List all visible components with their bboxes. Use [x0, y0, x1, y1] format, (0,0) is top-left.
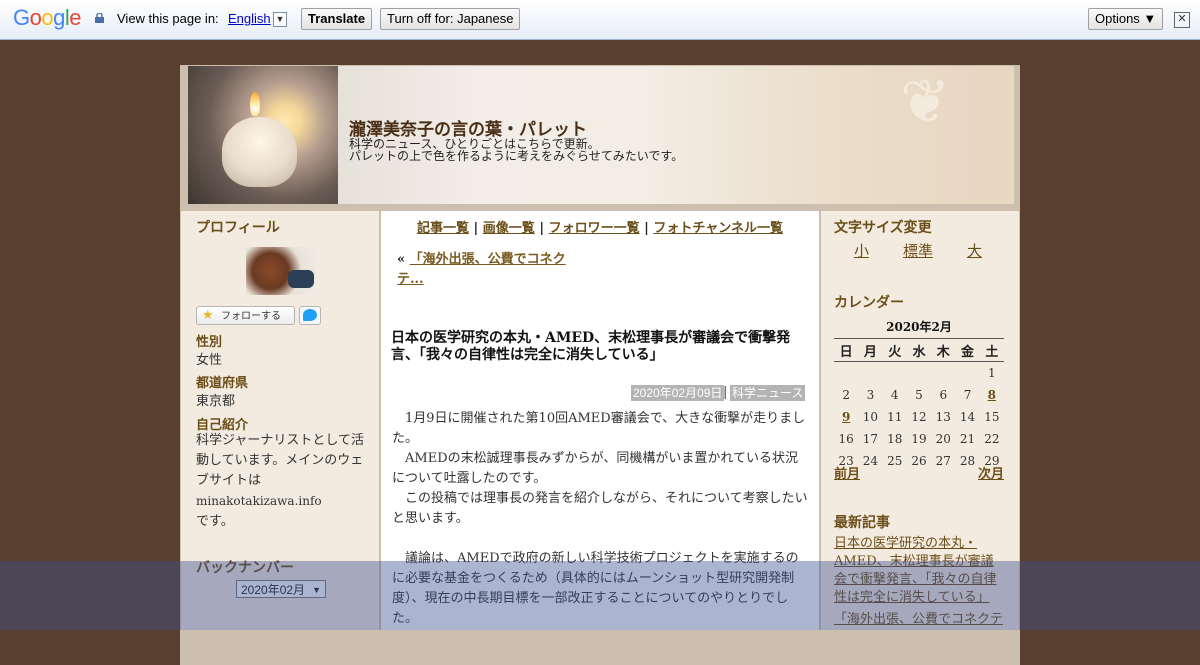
calendar-day: 5 — [915, 388, 923, 402]
calendar-day: 4 — [890, 388, 899, 402]
weekday: 火 — [882, 338, 907, 362]
calendar-day: 28 — [959, 454, 976, 468]
candle-cup — [222, 117, 297, 187]
calendar-day — [858, 362, 882, 385]
article-paragraph — [392, 529, 808, 549]
calendar-day — [883, 362, 907, 385]
site-description: 科学のニュース、ひとりごとはこちらで更新。 パレットの上で色を作るように考えをみ… — [349, 138, 683, 162]
font-size-heading: 文字サイズ変更 — [834, 220, 932, 236]
calendar-day: 3 — [866, 388, 875, 402]
calendar-day: 25 — [887, 454, 903, 468]
weekday: 金 — [955, 338, 980, 362]
language-dropdown-icon[interactable]: ▼ — [273, 12, 287, 27]
article-title: 日本の医学研究の本丸・AMED、末松理事長が審議会で衝撃発言、「我々の自律性は完… — [391, 330, 791, 363]
calendar-day: 16 — [838, 432, 854, 446]
calendar-day: 27 — [935, 454, 951, 468]
weekday: 土 — [979, 338, 1004, 362]
google-logo: Google — [13, 5, 82, 31]
options-button[interactable]: Options ▼ — [1088, 8, 1164, 30]
intro-url: minakotakizawa.info — [196, 494, 322, 508]
nav-articles[interactable]: 記事一覧 — [417, 221, 469, 236]
nav-images[interactable]: 画像一覧 — [483, 221, 535, 236]
calendar-day: 19 — [911, 432, 927, 446]
separator: | — [723, 385, 728, 400]
calendar-day: 6 — [939, 388, 948, 402]
article-paragraph: この投稿では理事長の発言を紹介しながら、それについて考察したいと思います。 — [392, 491, 808, 526]
calendar-day: 21 — [959, 432, 976, 446]
logo-letter: o — [41, 5, 54, 30]
calendar-day: 7 — [963, 388, 972, 402]
goldfish-icon: ❦ — [900, 67, 951, 137]
logo-letter: G — [13, 5, 30, 30]
logo-letter: o — [29, 5, 42, 30]
calendar-day: 11 — [887, 410, 903, 424]
calendar-day: 1 — [988, 366, 996, 380]
calendar-day: 18 — [887, 432, 903, 446]
lock-icon — [95, 13, 104, 23]
previous-article-link[interactable]: 「海外出張、公費でコネクテ... — [397, 252, 566, 287]
article-paragraph: 1月9日に開催された第10回AMED審議会で、大きな衝撃が走りました。 — [392, 411, 806, 446]
calendar-day — [907, 362, 931, 385]
calendar-day: 2 — [842, 388, 850, 402]
prev-month-link[interactable]: 前月 — [834, 463, 860, 482]
weekday: 日 — [834, 338, 859, 362]
calendar: 日 月 火 水 木 金 土 1 2 3 4 5 6 78 9 10 11 12 13 14 15 16… — [834, 338, 1004, 472]
star-icon: ★ — [202, 308, 214, 323]
calendar-day: 17 — [862, 432, 879, 446]
calendar-day-link[interactable]: 8 — [980, 384, 1004, 406]
intro-text: 科学ジャーナリストとして活動しています。メインのウェブサイトは minakota… — [196, 431, 368, 532]
calendar-day-link[interactable]: 9 — [834, 406, 858, 428]
font-size-large[interactable]: 大 — [967, 240, 982, 261]
calendar-day — [834, 362, 858, 385]
article-nav: 記事一覧 | 画像一覧 | フォロワー一覧 | フォトチャンネル一覧 — [416, 221, 783, 236]
flame-icon — [250, 92, 260, 116]
calendar-day: 24 — [862, 454, 879, 468]
twitter-icon — [303, 309, 317, 321]
prefecture-value: 東京都 — [196, 394, 236, 409]
translate-bar: Google View this page in: English ▼ Tran… — [0, 0, 1200, 40]
calendar-heading: カレンダー — [834, 295, 904, 311]
language-link[interactable]: English — [228, 11, 271, 26]
logo-letter: e — [69, 5, 82, 30]
turn-off-button[interactable]: Turn off for: Japanese — [380, 8, 521, 30]
logo-letter: g — [53, 5, 65, 30]
nav-photo-channels[interactable]: フォトチャンネル一覧 — [653, 221, 783, 236]
calendar-day: 15 — [984, 410, 1000, 424]
nav-followers[interactable]: フォロワー一覧 — [549, 221, 640, 236]
translate-button[interactable]: Translate — [301, 8, 373, 30]
translate-prompt: View this page in: — [117, 11, 219, 26]
recent-heading: 最新記事 — [834, 515, 890, 531]
calendar-day: 26 — [911, 454, 927, 468]
article-date[interactable]: 2020年02月09日 — [631, 385, 725, 401]
site-description-line: パレットの上で色を作るように考えをみぐらせてみたいです。 — [349, 149, 684, 163]
calendar-day — [931, 362, 955, 385]
article-paragraph: AMEDの末松誠理事長みずからが、同機構がいま置かれている状況について吐露したの… — [392, 451, 798, 486]
calendar-month: 2020年2月 — [886, 320, 952, 334]
calendar-day: 12 — [911, 410, 927, 424]
calendar-day: 20 — [935, 432, 951, 446]
gender-value: 女性 — [196, 353, 223, 368]
previous-article: « 「海外出張、公費でコネクテ... — [397, 250, 572, 290]
calendar-day: 14 — [959, 410, 976, 424]
bottom-overlay — [0, 561, 1200, 630]
intro-body: 科学ジャーナリストとして活動しています。メインのウェブサイトは — [196, 433, 364, 488]
close-icon[interactable]: ✕ — [1174, 12, 1190, 28]
weekday: 木 — [931, 338, 956, 362]
calendar-day — [955, 362, 979, 385]
calendar-day: 22 — [984, 432, 1000, 446]
prev-prefix: « — [397, 252, 406, 267]
calendar-day: 13 — [935, 410, 951, 424]
font-size-small[interactable]: 小 — [854, 240, 869, 261]
weekday: 水 — [906, 338, 932, 362]
gender-label: 性別 — [196, 335, 223, 350]
prefecture-label: 都道府県 — [196, 376, 249, 391]
calendar-day: 10 — [862, 410, 879, 424]
next-month-link[interactable]: 次月 — [978, 463, 1004, 482]
binoculars-icon — [288, 270, 314, 288]
font-size-normal[interactable]: 標準 — [903, 240, 933, 261]
weekday: 月 — [858, 338, 883, 362]
intro-end: です。 — [196, 514, 234, 529]
profile-heading: プロフィール — [196, 220, 280, 236]
article-category[interactable]: 科学ニュース — [730, 385, 806, 401]
